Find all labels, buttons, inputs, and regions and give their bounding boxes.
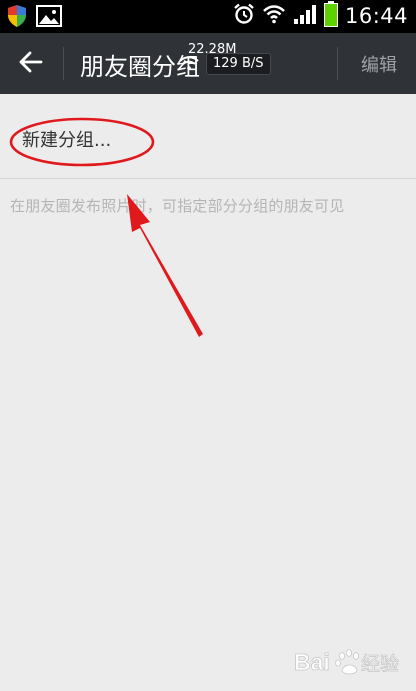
back-button[interactable] <box>0 33 62 94</box>
svg-text:经验: 经验 <box>361 653 399 675</box>
group-hint-text: 在朋友圈发布照片时，可指定部分分组的朋友可见 <box>10 197 345 215</box>
battery-icon <box>323 1 338 31</box>
baidu-watermark: Bai 经验 <box>292 641 408 681</box>
status-bar: 16:44 <box>0 0 416 33</box>
edit-button[interactable]: 编辑 <box>346 33 412 94</box>
status-time: 16:44 <box>344 4 408 28</box>
action-bar-divider <box>63 47 64 80</box>
action-bar: 朋友圈分组 22.28M 129 B/S 编辑 <box>0 33 416 94</box>
shield-app-icon <box>6 4 28 32</box>
network-speed-badge: 129 B/S <box>206 53 271 75</box>
back-arrow-icon <box>19 51 43 77</box>
svg-text:Bai: Bai <box>294 649 330 675</box>
net-speed-wifi-icon <box>178 55 200 73</box>
image-icon <box>36 5 62 31</box>
baidu-logo-icon: Bai 经验 <box>294 649 400 676</box>
status-bar-left <box>6 4 62 32</box>
action-bar-divider <box>337 47 338 80</box>
alarm-icon <box>233 3 255 29</box>
signal-icon <box>293 3 317 29</box>
status-bar-right: 16:44 <box>233 1 408 31</box>
wifi-icon <box>262 3 286 29</box>
new-group-label: 新建分组... <box>22 130 112 151</box>
list-divider <box>0 178 416 179</box>
new-group-item[interactable]: 新建分组... <box>0 94 416 178</box>
